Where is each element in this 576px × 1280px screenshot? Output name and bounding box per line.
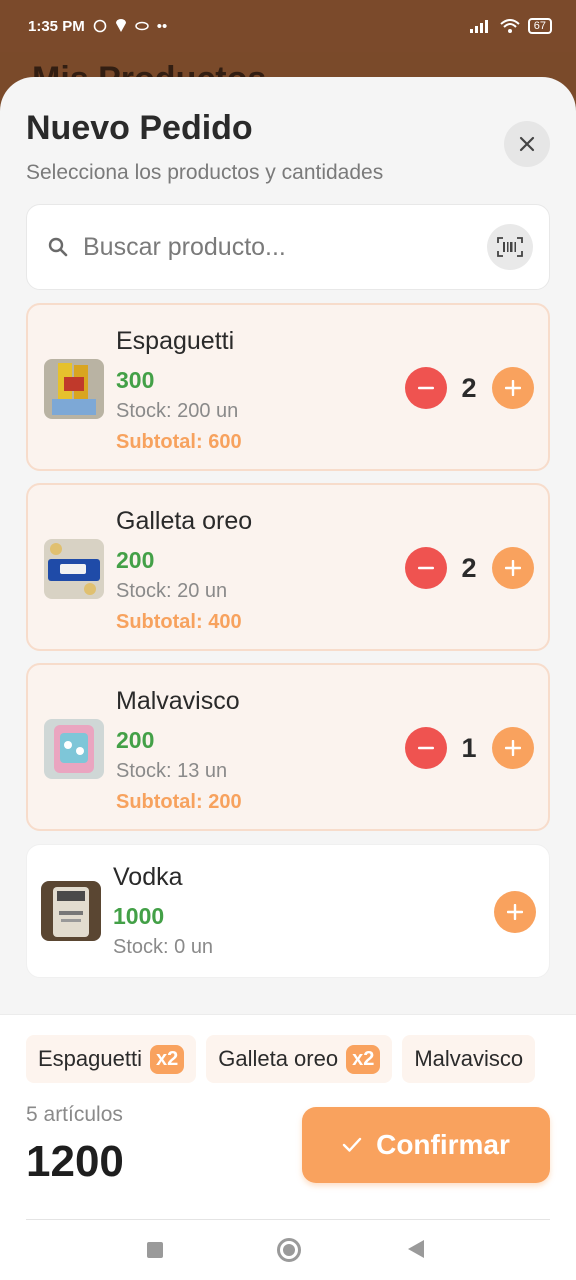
product-price: 200 (116, 727, 155, 753)
location-icon (115, 19, 126, 32)
signal-icon (469, 20, 488, 33)
status-time: 1:35 PM (28, 17, 85, 35)
product-name: Vodka (113, 863, 183, 891)
product-subtotal: Subtotal: 200 (116, 791, 242, 813)
search-input[interactable] (83, 232, 487, 262)
increase-quantity-button[interactable] (492, 727, 534, 769)
product-thumbnail (41, 881, 101, 941)
add-product-button[interactable] (494, 891, 536, 933)
decrease-quantity-button[interactable] (405, 727, 447, 769)
quantity-badge: x2 (149, 1044, 185, 1074)
system-icons: 67 (469, 18, 552, 34)
sheet-title: Nuevo Pedido (26, 109, 253, 147)
chip-label: Malvavisco (414, 1046, 524, 1071)
confirm-label: Confirmar (376, 1129, 510, 1160)
barcode-scan-button[interactable] (487, 224, 533, 270)
search-bar (26, 204, 550, 290)
decrease-quantity-button[interactable] (405, 547, 447, 589)
back-button[interactable] (408, 1240, 424, 1258)
whatsapp-icon (93, 19, 107, 33)
eye-icon (134, 21, 149, 31)
quantity-value: 1 (461, 733, 477, 763)
recent-apps-button[interactable] (147, 1242, 163, 1258)
home-button[interactable] (277, 1238, 301, 1262)
minus-icon (418, 746, 434, 750)
quantity-value: 2 (461, 373, 477, 403)
selected-item-chip[interactable]: Espaguetti x2 (26, 1035, 197, 1083)
minus-icon (418, 566, 434, 570)
plus-icon (505, 380, 521, 396)
wifi-icon (500, 19, 520, 33)
product-thumbnail (44, 539, 104, 599)
product-card-vodka[interactable]: Vodka 1000 Stock: 0 un (26, 844, 550, 978)
quantity-value: 2 (461, 553, 477, 583)
search-icon (43, 236, 73, 258)
home-icon (283, 1244, 295, 1256)
decrease-quantity-button[interactable] (405, 367, 447, 409)
product-stock: Stock: 0 un (113, 936, 214, 958)
selected-items-chips: Espaguetti x2 Galleta oreo x2 Malvavisco (26, 1035, 550, 1083)
product-subtotal: Subtotal: 400 (116, 611, 242, 633)
product-price: 1000 (113, 903, 165, 929)
product-thumbnail (44, 719, 104, 779)
close-icon (519, 136, 535, 152)
selected-item-chip[interactable]: Galleta oreo x2 (206, 1035, 393, 1083)
new-order-sheet: Nuevo Pedido Selecciona los productos y … (0, 77, 576, 1280)
product-name: Espaguetti (116, 327, 235, 355)
increase-quantity-button[interactable] (492, 367, 534, 409)
status-bar: 1:35 PM •• 67 (0, 0, 576, 52)
battery-icon: 67 (527, 18, 552, 34)
product-card-malvavisco[interactable]: Malvavisco 200 Stock: 13 un Subtotal: 20… (26, 663, 550, 831)
notification-icons: •• (93, 17, 168, 35)
chip-label: Galleta oreo (218, 1046, 339, 1071)
product-name: Malvavisco (116, 687, 240, 715)
minus-icon (418, 386, 434, 390)
quantity-badge: x2 (346, 1044, 381, 1074)
close-button[interactable] (504, 121, 550, 167)
plus-icon (505, 740, 521, 756)
product-price: 300 (116, 367, 155, 393)
items-count: 5 artículos (26, 1103, 123, 1126)
more-dots-icon: •• (156, 17, 168, 35)
product-price: 200 (116, 547, 155, 573)
barcode-scan-icon (497, 237, 523, 257)
sheet-subtitle: Selecciona los productos y cantidades (26, 161, 384, 184)
product-subtotal: Subtotal: 600 (116, 431, 242, 453)
order-total: 1200 (26, 1137, 124, 1186)
product-card-espaguetti[interactable]: Espaguetti 300 Stock: 200 un Subtotal: 6… (26, 303, 550, 471)
product-card-galleta-oreo[interactable]: Galleta oreo 200 Stock: 20 un Subtotal: … (26, 483, 550, 651)
check-icon (342, 1137, 362, 1152)
product-stock: Stock: 20 un (116, 580, 228, 602)
confirm-button[interactable]: Confirmar (302, 1107, 550, 1183)
product-name: Galleta oreo (116, 507, 253, 535)
product-stock: Stock: 13 un (116, 760, 228, 782)
chip-label: Espaguetti (38, 1046, 142, 1071)
product-stock: Stock: 200 un (116, 400, 239, 422)
increase-quantity-button[interactable] (492, 547, 534, 589)
plus-icon (507, 904, 523, 920)
product-thumbnail (44, 359, 104, 419)
divider (26, 1219, 550, 1220)
selected-item-chip[interactable]: Malvavisco (402, 1035, 536, 1083)
plus-icon (505, 560, 521, 576)
